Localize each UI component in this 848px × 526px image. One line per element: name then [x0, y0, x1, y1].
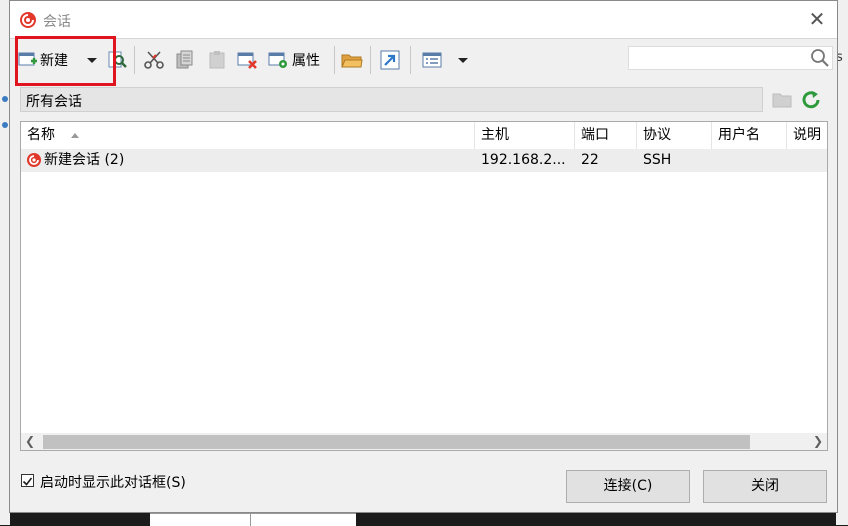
- view-dropdown-icon: [458, 58, 468, 63]
- delete-button[interactable]: [237, 48, 259, 72]
- toolbar-separator: [410, 46, 411, 74]
- column-header-username[interactable]: 用户名: [712, 122, 787, 149]
- toolbar-separator: [370, 46, 371, 74]
- session-port: 22: [581, 152, 599, 168]
- session-host: 192.168.2...: [481, 152, 566, 168]
- shortcut-icon: [380, 50, 400, 70]
- shortcut-button[interactable]: [380, 48, 400, 72]
- new-session-dropdown[interactable]: [87, 48, 97, 72]
- open-folder-button[interactable]: [341, 48, 363, 72]
- toolbar-separator: [334, 46, 335, 74]
- connect-button[interactable]: 连接(C): [566, 470, 690, 503]
- search-input[interactable]: [628, 46, 833, 70]
- paste-icon: [209, 51, 225, 69]
- view-button[interactable]: [422, 48, 442, 72]
- refresh-icon[interactable]: [800, 89, 822, 111]
- sessions-dialog: 会话 ✕ 新建 属性 所有会话 名称 主机 端口 协议 用户名 说明 新建会话 …: [9, 0, 838, 513]
- background-dot: [2, 122, 8, 128]
- copy-button[interactable]: [175, 48, 195, 72]
- column-header-name[interactable]: 名称: [21, 122, 475, 149]
- app-logo-icon: [20, 12, 36, 28]
- column-header-host[interactable]: 主机: [475, 122, 575, 149]
- scroll-right-icon[interactable]: ❯: [809, 433, 827, 450]
- show-on-startup-checkbox[interactable]: [21, 474, 34, 487]
- horizontal-scrollbar[interactable]: ❮ ❯: [21, 433, 827, 450]
- session-username: [712, 149, 718, 172]
- session-protocol: SSH: [643, 152, 672, 168]
- copy-icon: [176, 50, 193, 69]
- view-dropdown-button[interactable]: [458, 48, 468, 72]
- new-session-button[interactable]: 新建: [18, 48, 68, 72]
- properties-icon: [268, 52, 287, 68]
- session-list: 名称 主机 端口 协议 用户名 说明 新建会话 (2) 192.168.2...…: [20, 121, 828, 451]
- properties-label: 属性: [292, 53, 320, 69]
- new-folder-icon[interactable]: [772, 90, 792, 108]
- paste-button[interactable]: [207, 48, 227, 72]
- column-header-description[interactable]: 说明: [787, 122, 827, 149]
- close-window-button[interactable]: ✕: [797, 1, 837, 38]
- cut-button[interactable]: [143, 48, 165, 72]
- properties-button[interactable]: 属性: [268, 48, 320, 72]
- cut-icon: [144, 51, 164, 69]
- checkmark-icon: [22, 477, 33, 486]
- session-description: [787, 149, 793, 172]
- find-session-icon: [108, 51, 127, 68]
- column-header-port[interactable]: 端口: [575, 122, 637, 149]
- view-icon: [422, 52, 442, 68]
- search-icon: [811, 49, 829, 67]
- background-divider: [250, 514, 251, 526]
- delete-icon: [237, 52, 257, 69]
- dropdown-arrow-icon: [87, 58, 97, 63]
- show-on-startup-label: 启动时显示此对话框(S): [40, 475, 186, 491]
- close-button[interactable]: 关闭: [703, 470, 827, 503]
- folder-path-bar[interactable]: 所有会话: [20, 87, 763, 112]
- session-name: 新建会话 (2): [44, 152, 125, 168]
- background-dot: [2, 96, 8, 102]
- scroll-left-icon[interactable]: ❮: [21, 433, 39, 450]
- scrollbar-thumb[interactable]: [43, 435, 750, 449]
- new-session-label: 新建: [40, 53, 68, 69]
- sort-ascending-icon: [71, 133, 79, 138]
- open-folder-icon: [341, 54, 363, 68]
- window-title: 会话: [43, 14, 71, 30]
- column-header-protocol[interactable]: 协议: [637, 122, 712, 149]
- title-bar: 会话 ✕: [10, 1, 837, 38]
- background-table-header: [150, 513, 356, 526]
- find-session-button[interactable]: [108, 48, 128, 72]
- table-row[interactable]: 新建会话 (2) 192.168.2... 22 SSH: [21, 149, 827, 172]
- folder-path-text: 所有会话: [26, 94, 82, 110]
- new-session-icon: [18, 52, 37, 66]
- toolbar-separator: [134, 46, 135, 74]
